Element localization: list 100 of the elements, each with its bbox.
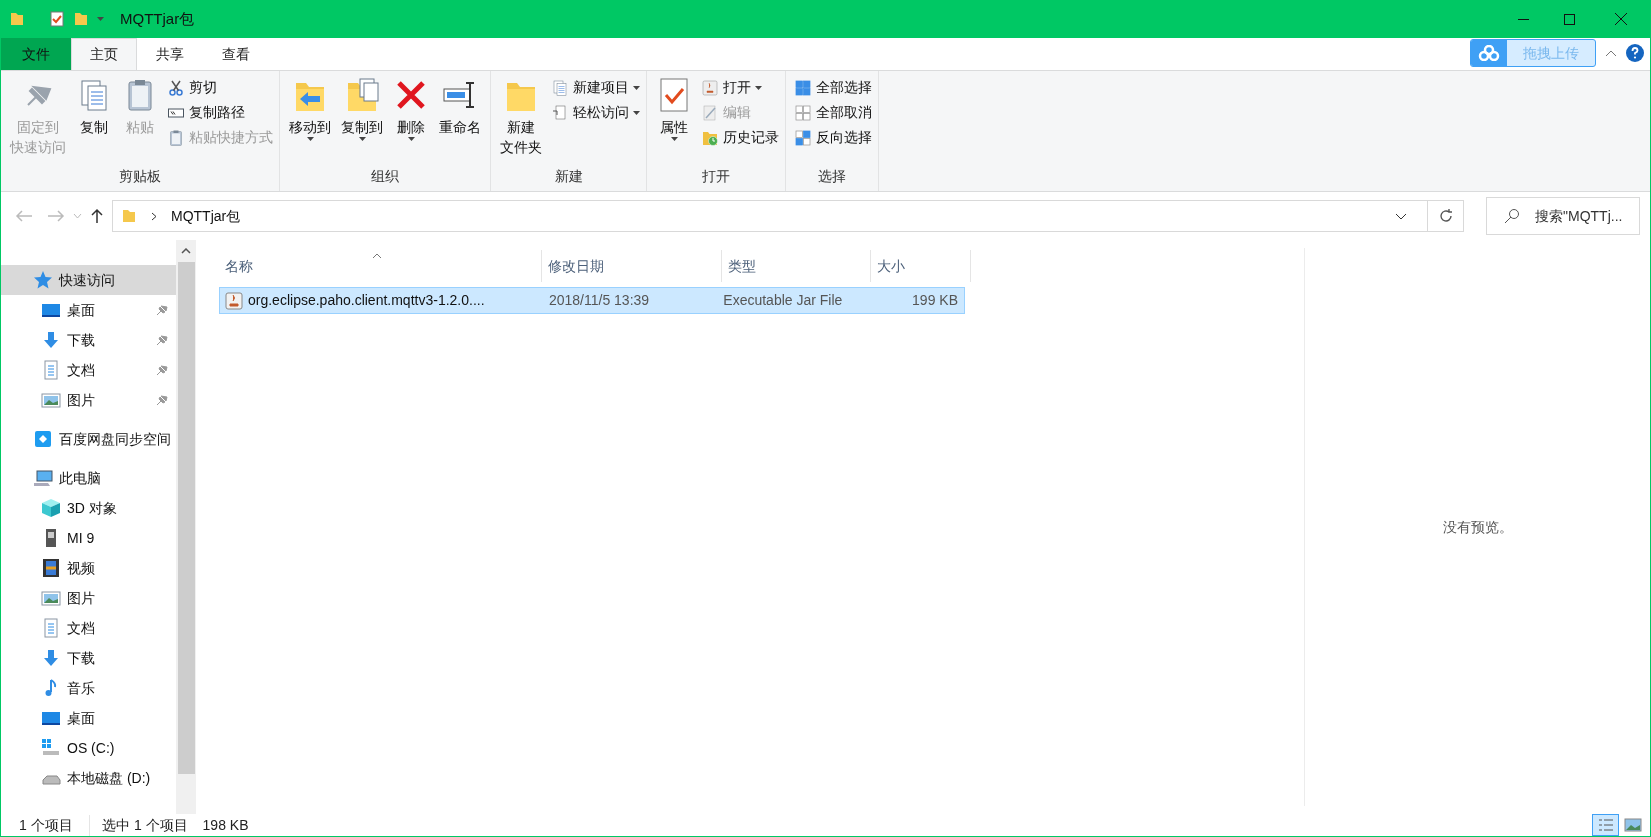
group-label: 剪贴板 [118,167,162,186]
button-label: 属性 [660,118,688,137]
nav-item[interactable]: 3D 对象 [1,493,176,523]
table-cell-text: org.eclipse.paho.client.mqttv3-1.2.0.... [248,291,485,310]
address-field[interactable]: MQTTjar包 [112,200,1464,232]
caret-icon [755,85,762,90]
collapse-icon[interactable] [1605,49,1617,57]
grid-icon [794,128,812,147]
ribbon-button[interactable]: 轻松访问 [551,102,640,123]
ribbon-tab[interactable]: 文件 [1,38,71,70]
up-icon[interactable] [90,208,104,224]
nav-item[interactable]: 文档 [1,355,176,385]
nav-item[interactable]: 百度网盘同步空间 [1,424,176,454]
ribbon-button[interactable]: 全部取消 [794,102,872,123]
item-count: 1 个项目 [18,815,74,835]
nav-item[interactable]: MI 9 [1,523,176,553]
cloud-icon [1478,45,1500,61]
column-header[interactable]: 类型 [722,250,871,282]
nav-item[interactable]: 图片 [1,583,176,613]
cube-icon [41,498,61,518]
nav-item[interactable]: 音乐 [1,673,176,703]
ribbon-button[interactable]: 复制路径 [167,102,273,123]
group-label: 选择 [817,167,847,186]
ribbon-tab[interactable]: 共享 [137,38,203,70]
new-item-icon [551,78,569,97]
column-header[interactable]: 名称 [219,250,542,282]
button-label: 快速访问 [10,138,66,157]
button-label: 文件夹 [500,138,542,157]
caret-icon [633,110,640,115]
ribbon-button[interactable]: 反向选择 [794,127,872,148]
search-field[interactable]: 搜索"MQTTj... [1486,197,1640,235]
caret-icon [407,137,415,141]
ribbon-button[interactable]: 复制 [73,77,115,166]
grid-icon [794,78,812,97]
nav-item[interactable]: OS (C:) [1,733,176,763]
nav-item[interactable]: 此电脑 [1,463,176,493]
button-label: 删除 [397,118,425,137]
ribbon-tab[interactable]: 查看 [203,38,269,70]
nav-item[interactable]: 文档 [1,613,176,643]
nav-item[interactable]: 视频 [1,553,176,583]
file-row[interactable]: org.eclipse.paho.client.mqttv3-1.2.0.... 2018/11/5 13:39 Executable Jar File 199 KB [219,287,965,314]
scissors-icon [167,78,185,97]
scroll-up-icon[interactable] [181,248,191,254]
image-icon [41,390,61,410]
nav-item[interactable]: 快速访问 [1,265,176,295]
folder-icon [9,11,25,27]
grid-icon [794,103,812,122]
ribbon-button[interactable]: 移动到 [286,77,334,166]
ribbon-button[interactable]: 新建项目 [551,77,640,98]
scrollbar[interactable] [176,240,196,814]
nav-item[interactable]: 桌面 [1,703,176,733]
window-title: MQTTjar包 [120,8,196,29]
selection-size: 198 KB [201,815,249,835]
ribbon-button[interactable]: 打开 [701,77,779,98]
document-icon [551,103,569,122]
button-label: 重命名 [439,118,481,137]
minimize-icon [1517,18,1529,20]
document-icon [41,360,61,380]
star-icon [33,270,53,290]
maximize-icon [1563,13,1575,25]
column-header[interactable]: 修改日期 [542,250,722,282]
caret-icon [97,17,104,21]
button-label: 新建 [507,118,535,137]
checklist-icon[interactable] [49,11,65,27]
view-button[interactable] [1592,814,1619,836]
ribbon-button[interactable]: 重命名 [436,77,484,166]
nav-item[interactable]: 图片 [1,385,176,415]
close-icon [1615,13,1627,25]
group-label: 新建 [553,167,584,186]
button-label: 移动到 [289,118,331,137]
film-icon [41,558,61,578]
ribbon-button[interactable]: 删除 [390,77,432,166]
image-icon [41,588,61,608]
document-icon [41,618,61,638]
download-icon [41,330,61,350]
folder-icon [121,208,137,224]
download-icon [41,648,61,668]
button-label: 固定到 [17,118,59,137]
nav-item[interactable]: 下载 [1,325,176,355]
refresh-icon [1437,208,1454,224]
chevron-right-icon [151,211,157,221]
selection-count: 选中 1 个项目 [89,814,188,836]
ribbon-button[interactable]: 复制到 [338,77,386,166]
ribbon-button[interactable]: 新建 文件夹 [497,77,545,166]
group-label: 打开 [701,167,731,186]
ribbon-button[interactable]: 剪切 [167,77,273,98]
group-label: 组织 [370,167,400,186]
column-header[interactable]: 大小 [871,250,971,282]
table-cell-text: Executable Jar File [723,291,843,310]
chevron-down-icon[interactable] [1395,212,1407,220]
ribbon-button[interactable]: 历史记录 [701,127,779,148]
ribbon-button[interactable]: 属性 [653,77,695,166]
nav-item[interactable]: 下载 [1,643,176,673]
help-icon[interactable] [1626,44,1644,62]
preview-message: 没有预览。 [1442,517,1513,537]
drive-icon [41,738,61,758]
nav-item[interactable]: 桌面 [1,295,176,325]
ribbon-tab[interactable]: 主页 [71,38,137,70]
ribbon-button[interactable]: 全部选择 [794,77,872,98]
nav-item[interactable]: 本地磁盘 (D:) [1,763,176,793]
